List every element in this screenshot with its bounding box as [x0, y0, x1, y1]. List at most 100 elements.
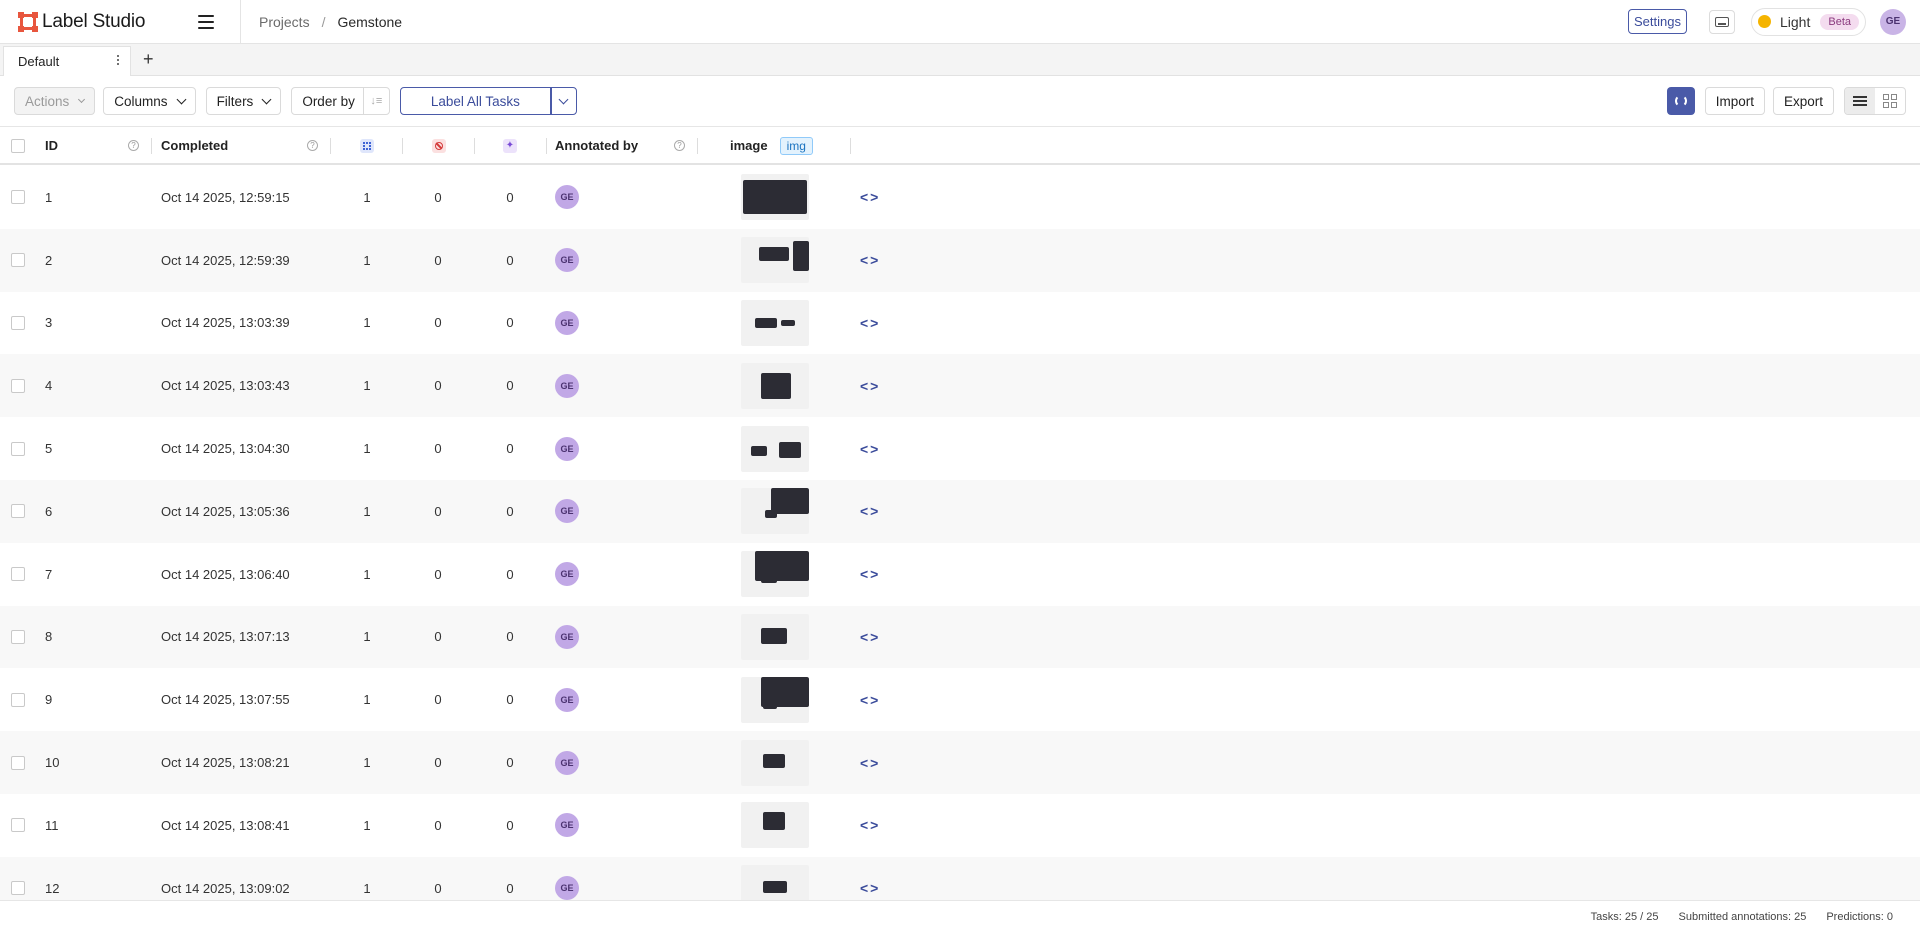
annotator-avatar[interactable]: GE	[555, 499, 579, 524]
code-brackets-icon[interactable]: <>	[860, 441, 880, 457]
tab-default[interactable]: Default	[3, 46, 131, 76]
column-header-id[interactable]: ID	[45, 128, 58, 163]
annotator-avatar[interactable]: GE	[555, 813, 579, 838]
column-header-completed[interactable]: Completed	[161, 128, 228, 163]
breadcrumb-projects[interactable]: Projects	[259, 14, 310, 30]
image-thumbnail[interactable]	[741, 237, 809, 284]
label-all-options-button[interactable]	[550, 87, 577, 115]
annotator-avatar[interactable]: GE	[555, 562, 579, 587]
row-checkbox[interactable]	[11, 378, 25, 393]
column-divider[interactable]	[330, 138, 331, 154]
add-tab-icon[interactable]: +	[143, 45, 154, 75]
code-brackets-icon[interactable]: <>	[860, 378, 880, 394]
code-brackets-icon[interactable]: <>	[860, 189, 880, 205]
theme-toggle[interactable]: Light Beta	[1751, 7, 1866, 36]
annotator-avatar[interactable]: GE	[555, 310, 579, 335]
export-button[interactable]: Export	[1772, 87, 1834, 115]
row-checkbox[interactable]	[11, 567, 25, 582]
grid-view-button[interactable]	[1875, 88, 1905, 114]
settings-button[interactable]: Settings	[1628, 9, 1687, 34]
annotator-avatar[interactable]: GE	[555, 750, 579, 775]
row-checkbox[interactable]	[11, 253, 25, 268]
user-avatar[interactable]: GE	[1880, 8, 1906, 35]
table-row[interactable]: 4 Oct 14 2025, 13:03:43 1 0 0 GE <>	[0, 354, 1920, 418]
annotator-avatar[interactable]: GE	[555, 624, 579, 649]
image-thumbnail[interactable]	[741, 739, 809, 786]
table-row[interactable]: 7 Oct 14 2025, 13:06:40 1 0 0 GE <>	[0, 543, 1920, 606]
menu-icon[interactable]	[198, 14, 214, 29]
annotator-avatar[interactable]: GE	[555, 185, 579, 210]
column-header-cancelled[interactable]	[432, 128, 446, 163]
table-row[interactable]: 3 Oct 14 2025, 13:03:39 1 0 0 GE <>	[0, 292, 1920, 355]
label-all-tasks-button[interactable]: Label All Tasks	[399, 87, 551, 115]
code-brackets-icon[interactable]: <>	[860, 880, 880, 896]
column-divider[interactable]	[151, 138, 152, 154]
table-row[interactable]: 2 Oct 14 2025, 12:59:39 1 0 0 GE <>	[0, 228, 1920, 292]
code-brackets-icon[interactable]: <>	[860, 252, 880, 268]
table-row[interactable]: 10 Oct 14 2025, 13:08:21 1 0 0 GE <>	[0, 731, 1920, 794]
annotator-avatar[interactable]: GE	[555, 436, 579, 461]
image-thumbnail[interactable]	[741, 802, 809, 849]
column-annotated-by-help[interactable]: ?	[674, 128, 685, 163]
table-row[interactable]: 9 Oct 14 2025, 13:07:55 1 0 0 GE <>	[0, 668, 1920, 731]
import-button[interactable]: Import	[1704, 87, 1765, 115]
row-checkbox[interactable]	[11, 692, 25, 707]
annotator-avatar[interactable]: GE	[555, 876, 579, 900]
column-header-predictions[interactable]: ✦	[503, 128, 517, 163]
row-checkbox[interactable]	[11, 504, 25, 519]
columns-dropdown[interactable]: Columns	[103, 87, 196, 115]
refresh-button[interactable]	[1666, 87, 1695, 115]
column-header-image[interactable]: image img	[730, 128, 813, 163]
row-checkbox[interactable]	[11, 629, 25, 644]
column-header-annotated-by[interactable]: Annotated by	[555, 128, 638, 163]
image-thumbnail[interactable]	[741, 676, 809, 723]
list-view-button[interactable]	[1845, 88, 1875, 114]
row-checkbox[interactable]	[11, 190, 25, 205]
image-thumbnail[interactable]	[741, 425, 809, 472]
image-thumbnail[interactable]	[741, 488, 809, 535]
column-divider[interactable]	[697, 138, 698, 154]
table-row[interactable]: 5 Oct 14 2025, 13:04:30 1 0 0 GE <>	[0, 417, 1920, 480]
image-thumbnail[interactable]	[741, 613, 809, 660]
column-divider[interactable]	[850, 138, 851, 154]
annotator-avatar[interactable]: GE	[555, 373, 579, 398]
column-divider[interactable]	[474, 138, 475, 154]
code-brackets-icon[interactable]: <>	[860, 755, 880, 771]
image-thumbnail[interactable]	[741, 865, 809, 900]
app-logo[interactable]: Label Studio	[18, 11, 178, 33]
annotator-avatar[interactable]: GE	[555, 248, 579, 273]
table-row[interactable]: 6 Oct 14 2025, 13:05:36 1 0 0 GE <>	[0, 480, 1920, 543]
code-brackets-icon[interactable]: <>	[860, 817, 880, 833]
actions-dropdown[interactable]: Actions	[14, 87, 96, 115]
column-completed-help[interactable]: ?	[307, 128, 318, 163]
sort-order-icon[interactable]: ↓≡	[362, 88, 389, 114]
tab-menu-icon[interactable]	[117, 55, 120, 67]
row-checkbox[interactable]	[11, 881, 25, 896]
table-row[interactable]: 12 Oct 14 2025, 13:09:02 1 0 0 GE <>	[0, 856, 1920, 900]
column-divider[interactable]	[546, 138, 547, 154]
code-brackets-icon[interactable]: <>	[860, 566, 880, 582]
table-row[interactable]: 11 Oct 14 2025, 13:08:41 1 0 0 GE <>	[0, 794, 1920, 857]
table-row[interactable]: 8 Oct 14 2025, 13:07:13 1 0 0 GE <>	[0, 605, 1920, 669]
image-thumbnail[interactable]	[741, 551, 809, 598]
order-by-button[interactable]: Order by ↓≡	[291, 87, 390, 115]
row-checkbox[interactable]	[11, 315, 25, 330]
column-divider[interactable]	[402, 138, 403, 154]
image-thumbnail[interactable]	[741, 174, 809, 221]
image-thumbnail[interactable]	[741, 362, 809, 409]
row-checkbox[interactable]	[11, 441, 25, 456]
keyboard-shortcuts-button[interactable]	[1709, 9, 1735, 34]
filters-dropdown[interactable]: Filters	[205, 87, 282, 115]
annotator-avatar[interactable]: GE	[555, 687, 579, 712]
image-thumbnail[interactable]	[741, 299, 809, 346]
row-checkbox[interactable]	[11, 818, 25, 833]
row-checkbox[interactable]	[11, 755, 25, 770]
column-id-help[interactable]: ?	[128, 128, 139, 163]
code-brackets-icon[interactable]: <>	[860, 503, 880, 519]
column-header-annotations[interactable]	[360, 128, 374, 163]
code-brackets-icon[interactable]: <>	[860, 315, 880, 331]
select-all-checkbox[interactable]	[11, 138, 25, 153]
code-brackets-icon[interactable]: <>	[860, 692, 880, 708]
code-brackets-icon[interactable]: <>	[860, 629, 880, 645]
table-row[interactable]: 1 Oct 14 2025, 12:59:15 1 0 0 GE <>	[0, 166, 1920, 229]
